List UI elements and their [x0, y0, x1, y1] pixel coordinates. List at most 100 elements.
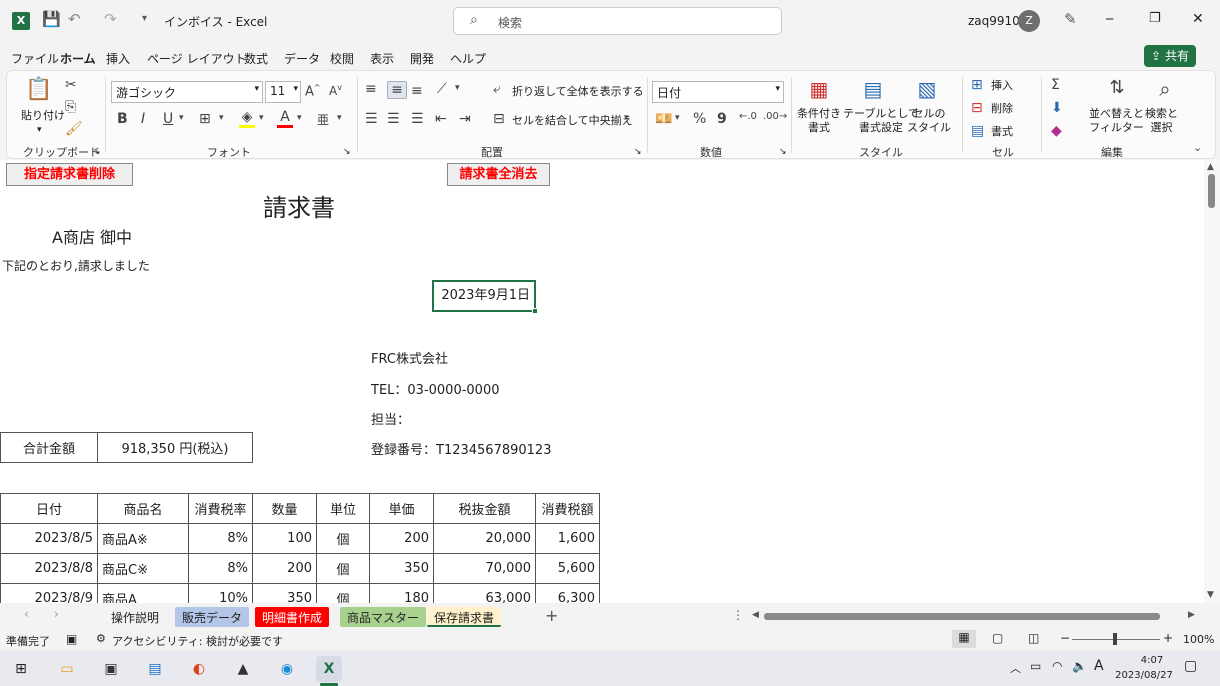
cell-qty[interactable]: 200	[252, 553, 317, 584]
tab-next-icon[interactable]: ›	[54, 607, 59, 621]
scroll-down-icon[interactable]: ▼	[1207, 590, 1214, 600]
currency-dropdown-icon[interactable]: ▾	[675, 113, 680, 123]
page-layout-view-icon[interactable]: ▢	[992, 631, 1003, 645]
paste-dropdown-icon[interactable]: ▾	[37, 123, 42, 137]
cell-tax-rate[interactable]: 8%	[188, 523, 253, 554]
fill-dropdown-icon[interactable]: ▾	[259, 113, 264, 123]
undo-icon[interactable]: ↶	[68, 10, 81, 28]
find-select-icon[interactable]: ⌕	[1151, 77, 1179, 101]
cell-unit-price[interactable]: 180	[369, 583, 434, 603]
zoom-level[interactable]: 100%	[1183, 633, 1214, 646]
cell-qty[interactable]: 350	[252, 583, 317, 603]
header-qty[interactable]: 数量	[252, 493, 317, 524]
delete-cells-button[interactable]: 削除	[991, 102, 1013, 116]
cell-styles-icon[interactable]: ▧	[913, 77, 941, 105]
wrap-text-button[interactable]: 折り返して全体を表示する	[512, 85, 644, 99]
cell-date[interactable]: 2023/8/8	[0, 553, 98, 584]
fill-color-icon[interactable]: ◈	[239, 109, 255, 128]
format-painter-icon[interactable]: 🖌	[65, 121, 83, 137]
clock-date[interactable]: 2023/08/27	[1114, 670, 1174, 681]
menu-formulas[interactable]: 数式	[244, 50, 268, 67]
notification-icon[interactable]: ▢	[1184, 658, 1197, 674]
orientation-icon[interactable]: ⟋	[437, 81, 447, 97]
tray-chevron-icon[interactable]: ︿	[1010, 660, 1021, 676]
increase-font-icon[interactable]: A^	[305, 83, 321, 99]
restore-button[interactable]: ❐	[1149, 11, 1161, 26]
align-top-icon[interactable]: ≡	[365, 81, 377, 97]
sheet-tab[interactable]: 商品マスター	[340, 607, 427, 627]
align-bottom-icon[interactable]: ≡	[411, 83, 423, 99]
app-icon-2[interactable]: ◐	[186, 656, 212, 682]
excel-taskbar-icon[interactable]: X	[316, 656, 342, 682]
phonetic-icon[interactable]: 亜	[317, 111, 329, 128]
merge-center-button[interactable]: セルを結合して中央揃え	[512, 114, 633, 128]
share-button[interactable]: ⇪ 共有	[1144, 45, 1196, 67]
font-size-dropdown[interactable]: 11 ▾	[265, 81, 301, 103]
insert-cells-button[interactable]: 挿入	[991, 79, 1013, 93]
total-value[interactable]: 918,350 円(税込)	[97, 432, 253, 463]
font-launcher-icon[interactable]: ↘	[343, 145, 351, 159]
battery-icon[interactable]: ▭	[1030, 659, 1041, 673]
menu-page-layout[interactable]: ページ レイアウト	[147, 50, 247, 67]
minimize-button[interactable]: ─	[1106, 12, 1113, 26]
windows-start-icon[interactable]: ⊞	[8, 656, 34, 682]
ribbon-collapse-icon[interactable]: ⌄	[1193, 141, 1202, 154]
ime-indicator[interactable]: A	[1094, 658, 1104, 674]
merge-dropdown-icon[interactable]: ▾	[624, 113, 629, 123]
cell-tax-rate[interactable]: 8%	[188, 553, 253, 584]
italic-button[interactable]: I	[141, 111, 145, 127]
paste-icon[interactable]: 📋	[25, 77, 53, 105]
number-format-dropdown[interactable]: 日付 ▾	[652, 81, 784, 103]
clear-icon[interactable]: ◆	[1051, 123, 1062, 139]
underline-button[interactable]: U	[163, 111, 173, 127]
header-unit-price[interactable]: 単価	[369, 493, 434, 524]
decrease-decimal-icon[interactable]: .00→	[763, 111, 787, 122]
header-tax-rate[interactable]: 消費税率	[188, 493, 253, 524]
cell-tax[interactable]: 1,600	[535, 523, 600, 554]
border-dropdown-icon[interactable]: ▾	[219, 113, 224, 123]
cell-date[interactable]: 2023/8/9	[0, 583, 98, 603]
zoom-out-icon[interactable]: −	[1060, 631, 1070, 645]
underline-dropdown-icon[interactable]: ▾	[179, 113, 184, 123]
header-unit[interactable]: 単位	[316, 493, 370, 524]
menu-developer[interactable]: 開発	[410, 50, 434, 67]
sheet-tab[interactable]: 保存請求書	[427, 607, 502, 627]
font-name-dropdown[interactable]: 游ゴシック ▾	[111, 81, 263, 103]
align-left-icon[interactable]: ☰	[365, 111, 378, 127]
cell-tax-rate[interactable]: 10%	[188, 583, 253, 603]
font-color-icon[interactable]: A	[277, 109, 293, 128]
zoom-slider-thumb[interactable]	[1113, 633, 1117, 645]
qat-customize-icon[interactable]: ▾	[142, 13, 147, 24]
horizontal-scrollbar[interactable]	[764, 613, 1160, 620]
accessibility-icon[interactable]: ⚙	[96, 632, 106, 645]
macro-record-icon[interactable]: ▣	[66, 632, 77, 646]
zoom-in-icon[interactable]: +	[1163, 631, 1173, 645]
normal-view-icon[interactable]: ▦	[952, 630, 976, 648]
scroll-thumb[interactable]	[1208, 174, 1215, 208]
sheet-tab[interactable]: 操作説明	[104, 607, 167, 627]
format-table-icon[interactable]: ▤	[859, 77, 887, 105]
save-icon[interactable]: 💾	[42, 10, 61, 28]
pen-icon[interactable]: ✎	[1064, 10, 1077, 28]
total-label[interactable]: 合計金額	[0, 432, 98, 463]
add-sheet-icon[interactable]: +	[545, 606, 558, 625]
percent-button[interactable]: %	[693, 111, 706, 127]
cell-unit-price[interactable]: 200	[369, 523, 434, 554]
clear-all-button[interactable]: 請求書全消去	[447, 163, 550, 186]
close-button[interactable]: ✕	[1192, 11, 1204, 27]
conditional-format-icon[interactable]: ▦	[805, 77, 833, 105]
cell-tax[interactable]: 6,300	[535, 583, 600, 603]
hscroll-left-icon[interactable]: ◀	[752, 610, 759, 620]
orientation-dropdown-icon[interactable]: ▾	[455, 83, 460, 93]
decrease-font-icon[interactable]: Av	[329, 83, 342, 98]
alignment-launcher-icon[interactable]: ↘	[634, 145, 642, 159]
redo-icon[interactable]: ↷	[104, 10, 117, 28]
autosum-icon[interactable]: Σ	[1051, 77, 1060, 93]
page-break-view-icon[interactable]: ◫	[1028, 631, 1039, 645]
menu-file[interactable]: ファイル	[11, 50, 59, 67]
delete-invoice-button[interactable]: 指定請求書削除	[6, 163, 133, 186]
menu-review[interactable]: 校閲	[330, 50, 354, 67]
menu-home[interactable]: ホーム	[60, 50, 96, 72]
cell-product[interactable]: 商品C※	[97, 553, 189, 584]
cell-qty[interactable]: 100	[252, 523, 317, 554]
